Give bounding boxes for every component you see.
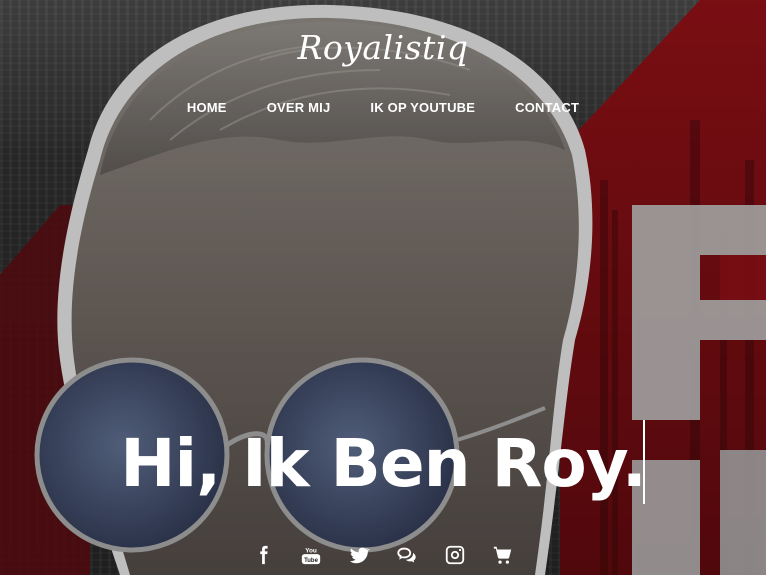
hero-headline: Hi, Ik Ben Roy. xyxy=(120,425,647,502)
nav-item-home[interactable]: HOME xyxy=(187,100,227,115)
social-links: Tube You xyxy=(0,542,766,568)
nav-item-contact[interactable]: CONTACT xyxy=(515,100,579,115)
main-nav: HOME OVER MIJ IK OP YOUTUBE CONTACT xyxy=(0,100,766,115)
site-logo[interactable]: Royalistiq xyxy=(0,28,766,67)
nav-item-ik-op-youtube[interactable]: IK OP YOUTUBE xyxy=(370,100,475,115)
facebook-icon[interactable] xyxy=(250,542,276,568)
nav-item-over-mij[interactable]: OVER MIJ xyxy=(267,100,331,115)
cart-icon[interactable] xyxy=(490,542,516,568)
youtube-icon[interactable]: Tube You xyxy=(298,542,324,568)
svg-text:You: You xyxy=(305,547,317,554)
svg-text:Tube: Tube xyxy=(304,558,318,564)
typing-caret xyxy=(643,420,645,504)
instagram-icon[interactable] xyxy=(442,542,468,568)
hero-section: Royalistiq HOME OVER MIJ IK OP YOUTUBE C… xyxy=(0,0,766,575)
twitter-icon[interactable] xyxy=(346,542,372,568)
chat-icon[interactable] xyxy=(394,542,420,568)
